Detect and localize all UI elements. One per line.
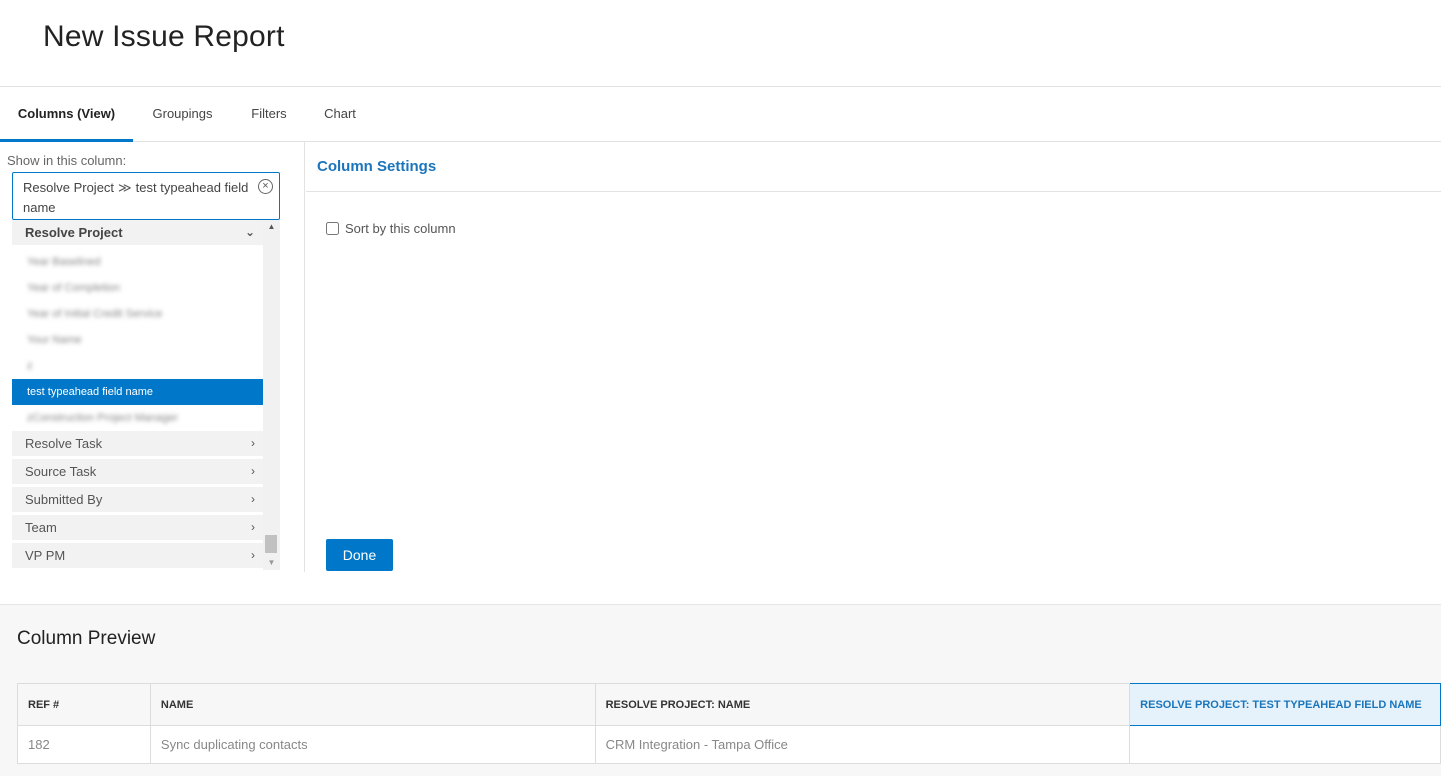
tree-group-submitted-by[interactable]: Submitted By › (12, 487, 263, 512)
scroll-up-arrow-icon[interactable]: ▲ (263, 222, 280, 232)
tree-group-label: Source Task (25, 464, 97, 479)
field-picker-input[interactable]: Resolve Project ≫ test typeahead field nam… (12, 172, 280, 220)
column-preview-section: Column Preview REF # NAME RESOLVE PROJEC… (0, 604, 1441, 776)
chevron-right-icon: › (251, 464, 255, 478)
tree-group-label: VP PM (25, 548, 66, 563)
scroll-down-arrow-icon[interactable]: ▼ (263, 558, 280, 568)
clear-icon[interactable]: × (258, 179, 273, 194)
column-preview-title: Column Preview (17, 628, 156, 649)
table-cell: Sync duplicating contacts (149, 725, 596, 764)
table-cell: CRM Integration - Tampa Office (594, 725, 1131, 764)
tree-leaf[interactable]: Year of Completion (12, 275, 263, 301)
tree-group-label: Resolve Project (25, 225, 123, 240)
tree-leaf[interactable]: z (12, 353, 263, 379)
tab-groupings[interactable]: Groupings (137, 87, 228, 142)
sort-by-column-option[interactable]: Sort by this column (326, 221, 456, 236)
tree-group-source-task[interactable]: Source Task › (12, 459, 263, 484)
column-settings-title: Column Settings (317, 158, 437, 175)
field-picker-panel: Show in this column: Resolve Project ≫ tes… (0, 142, 305, 572)
column-header-active[interactable]: RESOLVE PROJECT: TEST TYPEAHEAD FIELD NA… (1129, 683, 1441, 726)
tab-filters[interactable]: Filters (238, 87, 300, 142)
chevron-down-icon: ⌄ (244, 225, 255, 239)
preview-table: REF # NAME RESOLVE PROJECT: NAME RESOLVE… (17, 683, 1441, 764)
tree-group-resolve-task[interactable]: Resolve Task › (12, 431, 263, 456)
chevron-right-icon: › (251, 436, 255, 450)
tree-leaf-selected[interactable]: test typeahead field name (12, 379, 263, 405)
chevron-right-icon: › (251, 492, 255, 506)
done-button[interactable]: Done (326, 539, 393, 571)
table-cell: 182 (17, 725, 151, 764)
sort-by-column-label: Sort by this column (345, 221, 456, 236)
field-tree: Resolve Project ⌄ Year Baselined Year of… (12, 220, 263, 568)
tree-group-label: Team (25, 520, 57, 535)
tree-group-team[interactable]: Team › (12, 515, 263, 540)
tree-group-vp-pm[interactable]: VP PM › (12, 543, 263, 568)
sort-by-column-checkbox[interactable] (326, 222, 339, 235)
show-in-column-label: Show in this column: (7, 153, 127, 168)
column-header: REF # (17, 683, 151, 726)
table-header-row: REF # NAME RESOLVE PROJECT: NAME RESOLVE… (17, 683, 1441, 726)
table-row: 182 Sync duplicating contacts CRM Integr… (17, 725, 1441, 764)
tree-leaf[interactable]: Your Name (12, 327, 263, 353)
tree-leaf[interactable]: zConstruction Project Manager (12, 405, 263, 431)
page-header: New Issue Report (0, 0, 1441, 87)
tab-chart[interactable]: Chart (312, 87, 368, 142)
tree-group-label: Resolve Task (25, 436, 103, 451)
tab-bar: Columns (View) Groupings Filters Chart (0, 87, 1441, 142)
tree-group-label: Submitted By (25, 492, 103, 507)
tree-scrollbar[interactable]: ▲ ▼ (263, 220, 280, 570)
tree-leaf[interactable]: Year of Initial Credit Service (12, 301, 263, 327)
page-title: New Issue Report (43, 20, 285, 53)
tab-columns-view[interactable]: Columns (View) (0, 87, 133, 142)
chevron-right-icon: › (251, 520, 255, 534)
double-chevron-icon: ≫ (118, 180, 132, 195)
scroll-thumb[interactable] (265, 535, 277, 553)
chevron-right-icon: › (251, 548, 255, 562)
table-cell (1129, 725, 1441, 764)
picker-path-parent: Resolve Project (23, 180, 115, 195)
divider (306, 191, 1441, 192)
tree-group-resolve-project[interactable]: Resolve Project ⌄ (12, 220, 263, 245)
column-header: NAME (149, 683, 596, 726)
column-header: RESOLVE PROJECT: NAME (594, 683, 1131, 726)
tree-leaf[interactable]: Year Baselined (12, 249, 263, 275)
